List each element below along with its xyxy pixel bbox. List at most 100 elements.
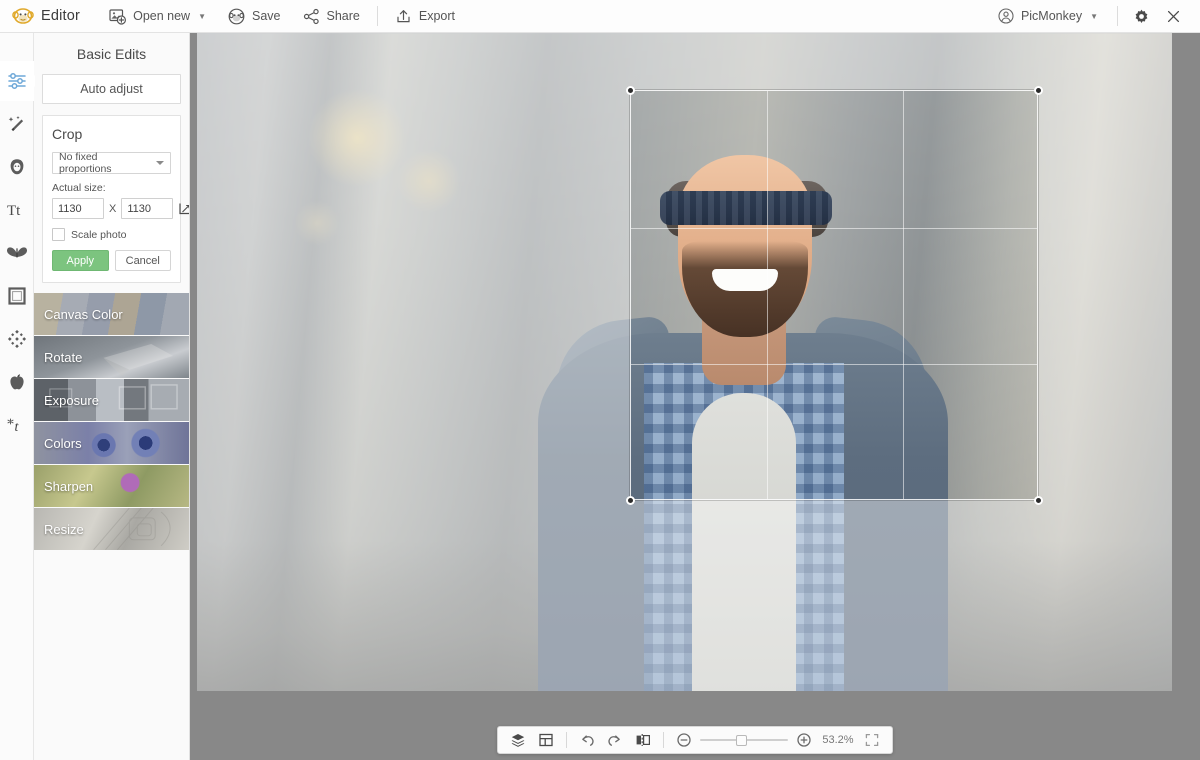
open-new-label: Open new (133, 9, 191, 23)
brand-logo[interactable]: Editor (12, 7, 98, 25)
redo-icon (607, 732, 623, 748)
tool-tile-exposure[interactable]: Exposure (34, 379, 189, 421)
crop-actions: Apply Cancel (52, 250, 171, 271)
settings-button[interactable] (1126, 0, 1156, 33)
scale-photo-row[interactable]: Scale photo (52, 228, 171, 241)
tool-tile-label: Exposure (44, 392, 99, 408)
grid-compare-button[interactable] (534, 729, 558, 751)
texture-icon (7, 329, 27, 349)
share-nodes-icon (303, 8, 320, 25)
sliders-icon (7, 71, 27, 91)
zoom-out-button[interactable] (672, 729, 696, 751)
snowflake-t-icon: t (6, 415, 28, 435)
aspect-lock-icon[interactable] (178, 199, 189, 219)
crop-heading: Crop (52, 126, 83, 142)
monkey-circle-icon (228, 8, 245, 25)
redo-button[interactable] (603, 729, 627, 751)
frame-icon (7, 286, 27, 306)
rail-item-effects[interactable] (0, 104, 34, 144)
crop-handle-bottom-right[interactable] (1034, 496, 1043, 505)
grid-compare-icon (538, 732, 554, 748)
crop-height-input[interactable] (121, 198, 174, 219)
zoom-level-label[interactable]: 53.2% (820, 734, 856, 746)
rail-item-overlays[interactable] (0, 233, 34, 273)
canvas-area[interactable]: 53.2% (190, 33, 1200, 760)
rail-item-frames[interactable] (0, 276, 34, 316)
brand-name: Editor (41, 8, 81, 24)
bottom-divider (663, 732, 664, 748)
editor-body: Tt t Basic Edits Auto adjust Crop No fix… (0, 33, 1200, 760)
bottom-toolbar: 53.2% (497, 726, 893, 754)
flip-button[interactable] (631, 729, 655, 751)
tool-tile-colors[interactable]: Colors (34, 422, 189, 464)
user-circle-icon (998, 8, 1014, 24)
apple-icon (7, 372, 27, 392)
tool-tile-resize[interactable]: Resize (34, 508, 189, 550)
gear-icon (1133, 8, 1150, 25)
account-label: PicMonkey (1020, 9, 1083, 23)
svg-text:Tt: Tt (7, 203, 21, 219)
crop-cancel-label: Cancel (125, 254, 160, 267)
scale-photo-checkbox[interactable] (52, 228, 65, 241)
open-new-button[interactable]: Open new ▼ (98, 0, 217, 33)
thirds-line-v2 (903, 91, 904, 499)
rail-item-basic-edits[interactable] (0, 61, 34, 101)
zoom-in-button[interactable] (792, 729, 816, 751)
svg-text:t: t (14, 420, 19, 435)
tool-rail: Tt t (0, 33, 34, 760)
crop-width-input[interactable] (52, 198, 104, 219)
tool-tile-label: Sharpen (44, 478, 94, 494)
crop-handle-top-left[interactable] (626, 86, 635, 95)
thirds-line-v1 (767, 91, 768, 499)
save-label: Save (252, 9, 281, 23)
crop-cancel-button[interactable]: Cancel (114, 250, 171, 271)
close-button[interactable] (1158, 0, 1188, 33)
magic-wand-icon (7, 114, 27, 134)
zoom-slider-thumb[interactable] (736, 734, 747, 746)
rail-item-seasonal[interactable]: t (0, 405, 34, 445)
crop-proportions-value: No fixed proportions (59, 151, 112, 175)
account-menu[interactable]: PicMonkey ▼ (987, 0, 1109, 33)
rail-item-touch-up[interactable] (0, 147, 34, 187)
panel-content: Auto adjust Crop No fixed proportions Ac… (34, 74, 189, 283)
zoom-slider[interactable] (700, 729, 788, 751)
basic-edits-panel: Basic Edits Auto adjust Crop No fixed pr… (34, 33, 190, 760)
crop-selection[interactable] (630, 90, 1038, 500)
tool-tile-sharpen[interactable]: Sharpen (34, 465, 189, 507)
rail-item-text[interactable]: Tt (0, 190, 34, 230)
export-label: Export (418, 9, 455, 23)
tool-tile-label: Colors (44, 435, 82, 451)
text-tt-icon: Tt (6, 200, 28, 220)
crop-apply-button[interactable]: Apply (52, 250, 109, 271)
crop-apply-label: Apply (66, 254, 95, 267)
crop-proportions-select[interactable]: No fixed proportions (52, 151, 171, 175)
bottom-divider (566, 732, 567, 748)
chevron-down-icon: ▼ (198, 11, 206, 21)
rail-item-textures[interactable] (0, 319, 34, 359)
auto-adjust-button[interactable]: Auto adjust (42, 74, 181, 104)
layers-button[interactable] (506, 729, 530, 751)
top-toolbar: Editor Open new ▼ Save Share Export PicM… (0, 0, 1200, 33)
undo-button[interactable] (575, 729, 599, 751)
tool-tile-rotate[interactable]: Rotate (34, 336, 189, 378)
crop-card: Crop No fixed proportions Actual size: X (42, 115, 189, 283)
rail-item-themes[interactable] (0, 362, 34, 402)
thirds-line-h2 (631, 364, 1037, 365)
chevron-down-icon: ▼ (1090, 11, 1098, 21)
tool-tiles: Canvas Color Rotate Exposure Colors Shar… (34, 293, 189, 560)
butterfly-icon (6, 244, 28, 262)
tool-tile-canvas-color[interactable]: Canvas Color (34, 293, 189, 335)
face-icon (7, 157, 27, 177)
size-separator: X (109, 202, 117, 215)
share-button[interactable]: Share (292, 0, 371, 33)
auto-adjust-label: Auto adjust (80, 82, 143, 96)
save-button[interactable]: Save (217, 0, 292, 33)
fit-screen-button[interactable] (860, 729, 884, 751)
toolbar-right-group: PicMonkey ▼ (987, 0, 1188, 33)
chevron-down-icon (156, 161, 164, 165)
export-button[interactable]: Export (384, 0, 466, 33)
crop-handle-bottom-left[interactable] (626, 496, 635, 505)
crop-handle-top-right[interactable] (1034, 86, 1043, 95)
zoom-out-icon (676, 732, 692, 748)
crop-size-row: X (52, 198, 189, 219)
